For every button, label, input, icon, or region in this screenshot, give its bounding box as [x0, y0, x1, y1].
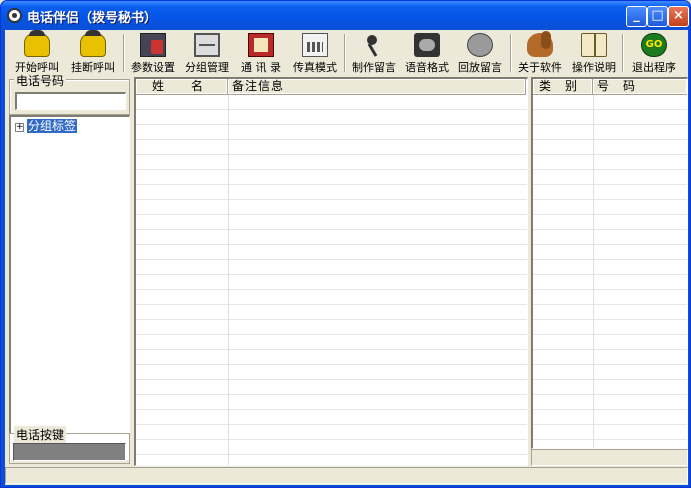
address-book-label: 通 讯 录: [241, 61, 281, 74]
close-button[interactable]: ×: [668, 6, 689, 27]
settings-label: 参数设置: [131, 61, 175, 74]
address-book-button[interactable]: 通 讯 录: [234, 33, 288, 75]
group-tree[interactable]: + 分组标签: [9, 115, 130, 460]
app-window: 电话伴侣（拨号秘书） _ □ × 开始呼叫 挂断呼叫 参数设置 分组管理 通 讯…: [0, 0, 691, 488]
start-call-button[interactable]: 开始呼叫: [9, 30, 65, 75]
go-icon: GO: [641, 33, 667, 57]
toolbar-separator: [622, 34, 624, 72]
open-book-icon: [581, 33, 607, 57]
app-icon[interactable]: [7, 8, 22, 23]
about-label: 关于软件: [518, 61, 562, 74]
status-panel: [5, 467, 688, 484]
tape-icon: [414, 33, 440, 57]
playback-label: 回放留言: [458, 61, 502, 74]
cabinet-icon: [194, 33, 220, 57]
phone-number-input[interactable]: [15, 92, 126, 110]
fax-icon: [302, 33, 328, 57]
column-header-number[interactable]: 号 码: [593, 79, 687, 95]
column-header-name[interactable]: 姓 名: [136, 79, 228, 95]
client-area: 开始呼叫 挂断呼叫 参数设置 分组管理 通 讯 录 传真模式 制作留言 语音格式…: [5, 30, 688, 485]
numbers-header: 类 别 号 码: [533, 79, 687, 95]
tree-root-item[interactable]: 分组标签: [27, 119, 78, 133]
hang-up-label: 挂断呼叫: [71, 61, 115, 74]
contacts-rows[interactable]: [136, 95, 527, 465]
keypad-display[interactable]: [13, 443, 126, 461]
contacts-list[interactable]: 姓 名 备注信息: [134, 77, 528, 466]
keypad-group-title: 电话按键: [14, 426, 67, 443]
address-book-icon: [248, 33, 274, 57]
phone-number-group: 电话号码: [9, 72, 130, 115]
keypad-group: 电话按键: [9, 426, 130, 464]
record-message-button[interactable]: 制作留言: [348, 33, 400, 75]
contacts-header: 姓 名 备注信息: [136, 79, 526, 95]
group-manage-label: 分组管理: [185, 61, 229, 74]
toolbar-separator: [123, 34, 125, 72]
column-divider: [228, 95, 229, 465]
tree-expand-icon[interactable]: +: [15, 123, 24, 132]
hang-up-button[interactable]: 挂断呼叫: [65, 30, 121, 75]
title-bar[interactable]: 电话伴侣（拨号秘书） _ □ ×: [1, 1, 690, 30]
exit-label: 退出程序: [632, 61, 676, 74]
fax-mode-button[interactable]: 传真模式: [288, 33, 342, 75]
toolbar-separator: [510, 34, 512, 72]
record-message-label: 制作留言: [352, 61, 396, 74]
voice-format-button[interactable]: 语音格式: [401, 33, 453, 75]
toolbar: 开始呼叫 挂断呼叫 参数设置 分组管理 通 讯 录 传真模式 制作留言 语音格式…: [5, 30, 688, 76]
column-divider: [593, 95, 594, 448]
playback-button[interactable]: 回放留言: [454, 33, 506, 75]
maximize-button[interactable]: □: [647, 6, 668, 27]
voice-format-label: 语音格式: [405, 61, 449, 74]
column-header-type[interactable]: 类 别: [533, 79, 593, 95]
phone-dial-icon: [24, 30, 50, 57]
phone-number-group-title: 电话号码: [14, 72, 67, 89]
group-manage-button[interactable]: 分组管理: [181, 33, 233, 75]
fax-mode-label: 传真模式: [293, 61, 337, 74]
squirrel-icon: [527, 31, 553, 57]
toolbar-separator: [344, 34, 346, 72]
help-label: 操作说明: [572, 61, 616, 74]
window-title: 电话伴侣（拨号秘书）: [27, 11, 158, 26]
speaker-icon: [467, 33, 493, 57]
column-header-notes[interactable]: 备注信息: [228, 79, 526, 95]
microphone-icon: [361, 33, 387, 57]
numbers-rows[interactable]: [533, 95, 687, 448]
about-button[interactable]: 关于软件: [514, 31, 566, 75]
exit-button[interactable]: GO 退出程序: [626, 33, 682, 75]
settings-icon: [140, 33, 166, 57]
numbers-footer: [531, 449, 688, 466]
minimize-button[interactable]: _: [626, 6, 647, 27]
phone-hangup-icon: [80, 30, 106, 57]
help-button[interactable]: 操作说明: [568, 33, 620, 75]
settings-button[interactable]: 参数设置: [127, 33, 179, 75]
numbers-list[interactable]: 类 别 号 码: [531, 77, 688, 449]
status-bar: [5, 467, 688, 485]
